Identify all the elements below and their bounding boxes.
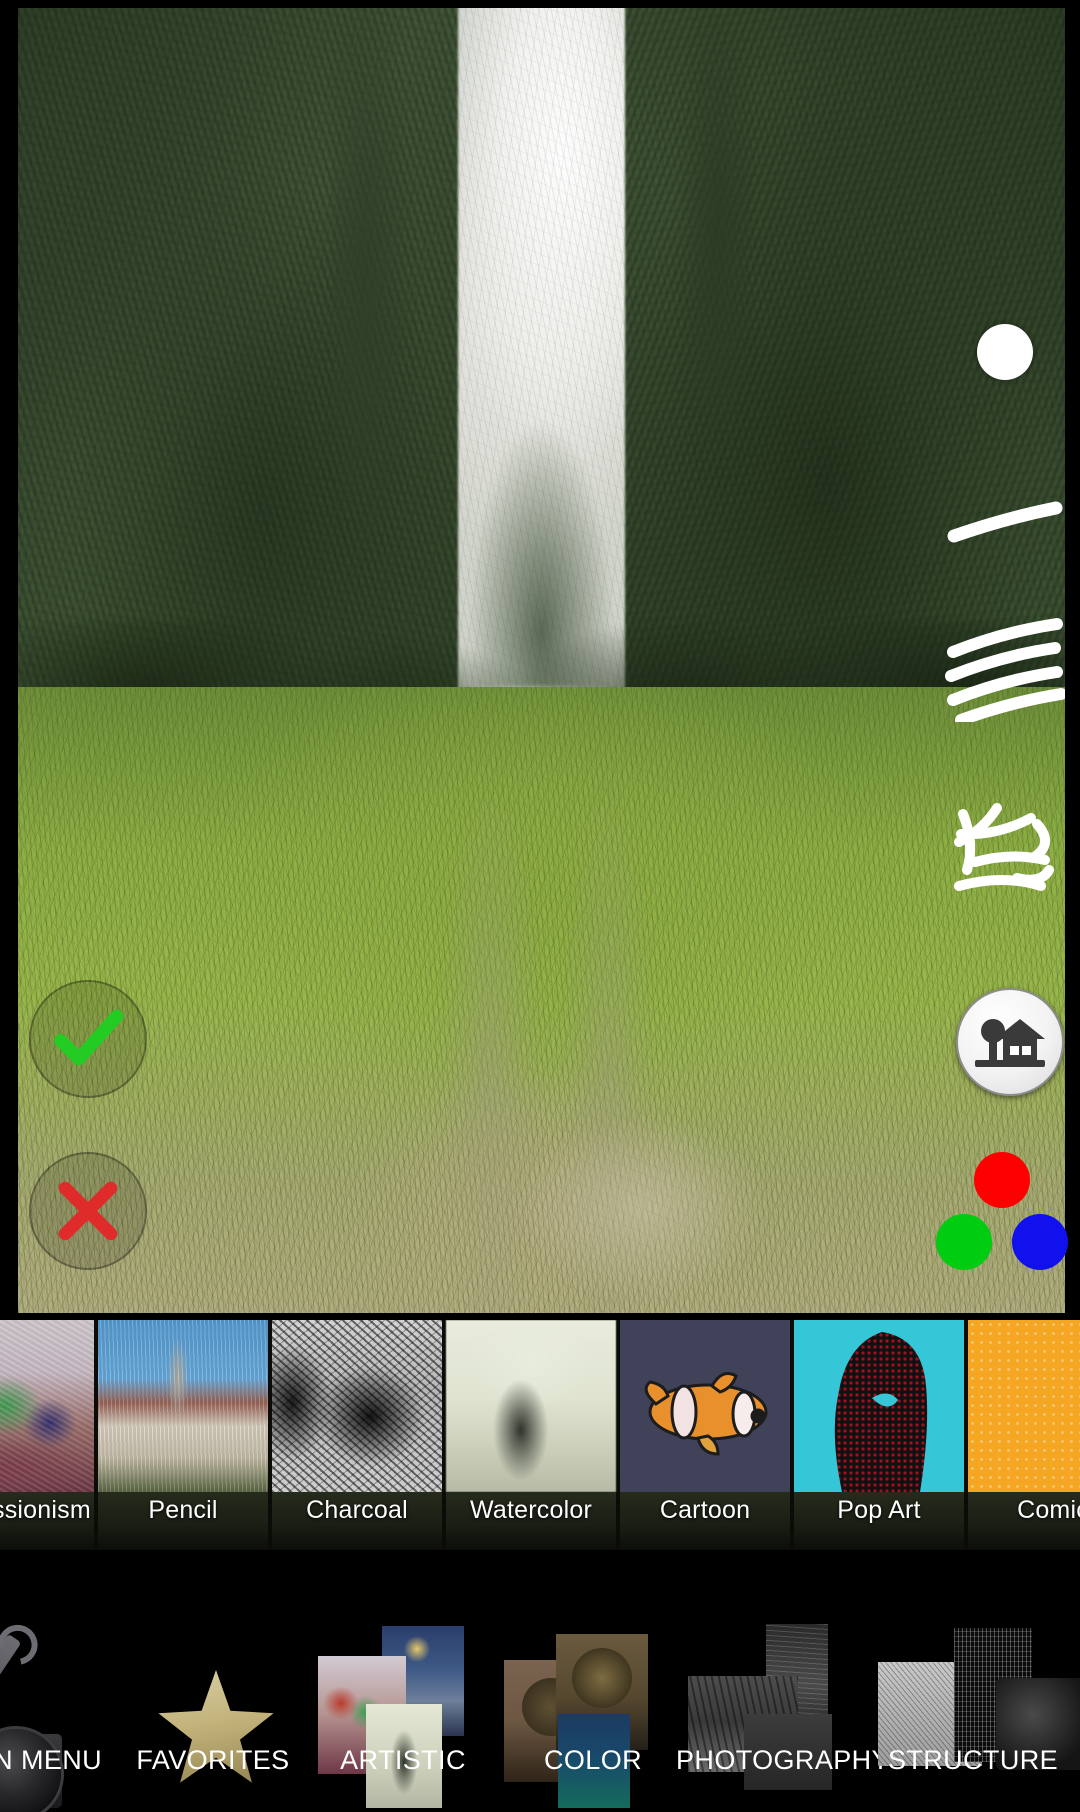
clownfish-icon: [644, 1372, 768, 1456]
nav-item-structure[interactable]: STRUCTURE: [878, 1550, 1080, 1812]
check-icon: [54, 1009, 124, 1066]
color-collage-icon: [498, 1622, 688, 1812]
brush-multistroke-button[interactable]: [930, 605, 1080, 735]
filter-thumbnail: [272, 1320, 442, 1492]
filter-item-pencil[interactable]: Pencil: [98, 1320, 268, 1550]
color-dot-blue[interactable]: [1012, 1214, 1068, 1270]
popart-silhouette-icon: [834, 1332, 928, 1492]
bottom-navigation[interactable]: MAIN MENUFAVORITESARTISTICCOLORPHOTOGRAP…: [0, 1550, 1080, 1812]
filter-item-charcoal[interactable]: Charcoal: [272, 1320, 442, 1550]
image-source-button[interactable]: [956, 988, 1064, 1096]
filter-strip[interactable]: ImpressionismPencilCharcoalWatercolorCar…: [0, 1320, 1080, 1550]
brush-stroke-button[interactable]: [930, 455, 1080, 585]
color-dot-green[interactable]: [936, 1214, 992, 1270]
photo-trail-foreground: [499, 1078, 856, 1313]
photo-distant-treeline: [332, 8, 751, 687]
structure-collage-icon: [878, 1622, 1080, 1812]
brush-dot-button[interactable]: [930, 287, 1080, 417]
filter-thumbnail: [620, 1320, 790, 1492]
reject-button[interactable]: [29, 1152, 147, 1270]
nav-item-label: STRUCTURE: [887, 1745, 1059, 1775]
filter-thumbnail: [794, 1320, 964, 1492]
filter-thumbnail: [98, 1320, 268, 1492]
x-icon: [58, 1181, 118, 1241]
camera-tools-icon: [0, 1622, 118, 1812]
brush-scribble-icon: [954, 803, 1054, 891]
edited-photo[interactable]: [18, 8, 1065, 1313]
color-dot-red[interactable]: [974, 1152, 1030, 1208]
canvas-area[interactable]: [0, 0, 1080, 1320]
filter-thumbnail: [0, 1320, 94, 1492]
comic-burst-icon: [968, 1320, 1080, 1492]
filter-label: Comic: [1017, 1496, 1080, 1524]
house-tree-icon: [975, 1019, 1045, 1067]
star-icon: [118, 1622, 308, 1812]
filter-item-pop-art[interactable]: Pop Art: [794, 1320, 964, 1550]
brush-stroke-icon: [947, 501, 1063, 543]
brush-dot-icon: [977, 324, 1033, 380]
color-picker-dots[interactable]: [936, 1152, 1068, 1272]
wrench-icon: [0, 1633, 22, 1723]
artistic-collage-icon: [308, 1622, 498, 1812]
filter-thumbnail: [446, 1320, 616, 1492]
brush-scribble-button[interactable]: [930, 790, 1080, 920]
filter-item-watercolor[interactable]: Watercolor: [446, 1320, 616, 1550]
filter-item-comic[interactable]: Comic: [968, 1320, 1080, 1550]
brush-multistroke-icon: [945, 618, 1065, 722]
photography-collage-icon: [688, 1622, 878, 1812]
filter-thumbnail: [968, 1320, 1080, 1492]
accept-button[interactable]: [29, 980, 147, 1098]
filter-item-cartoon[interactable]: Cartoon: [620, 1320, 790, 1550]
filter-track[interactable]: ImpressionismPencilCharcoalWatercolorCar…: [0, 1320, 1080, 1550]
bottom-navigation-track[interactable]: MAIN MENUFAVORITESARTISTICCOLORPHOTOGRAP…: [0, 1550, 1080, 1812]
